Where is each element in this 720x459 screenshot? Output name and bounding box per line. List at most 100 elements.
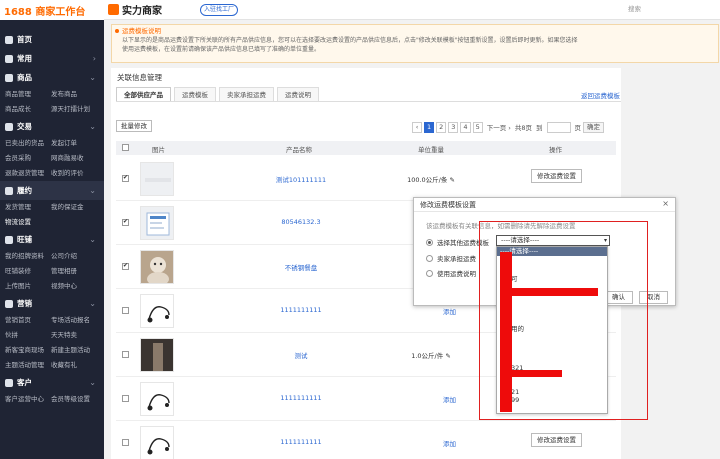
sidebar-item[interactable]: 商品成长 (5, 102, 51, 117)
row-checkbox[interactable] (122, 307, 129, 314)
goto-prefix: 到 (536, 124, 543, 132)
sidebar-item[interactable]: 网商融易收 (51, 151, 104, 166)
sidebar-item[interactable]: 新建主题活动 (51, 343, 104, 358)
sidebar-item[interactable]: 收藏有礼 (51, 358, 104, 373)
sidebar-item[interactable]: 专场活动报名 (51, 313, 104, 328)
star-icon (5, 54, 13, 63)
sidebar-item[interactable]: 管理相册 (51, 264, 104, 279)
sidebar-item[interactable]: 新客宝商现场 (5, 343, 51, 358)
edit-icon[interactable]: ✎ (449, 176, 454, 184)
product-name-link[interactable]: 80546132.3 (256, 218, 346, 226)
tab-seller-pays[interactable]: 卖家承担运费 (219, 87, 274, 102)
sidebar-item[interactable]: 视频中心 (51, 279, 104, 294)
search-input[interactable]: 搜索 (624, 3, 716, 16)
sidebar-item-logistics[interactable]: 物流设置 (0, 215, 104, 230)
row-checkbox[interactable] (122, 174, 129, 182)
edit-icon[interactable]: ✎ (445, 352, 450, 360)
row-checkbox[interactable] (122, 218, 129, 226)
row-checkbox[interactable] (122, 395, 129, 402)
column-header: 操作 (549, 146, 562, 154)
product-name-link[interactable]: 1111111111 (256, 306, 346, 314)
sidebar-item[interactable]: 发起订单 (51, 136, 104, 151)
sidebar-trade[interactable]: 交易 ⌄ (0, 117, 104, 136)
sidebar-common[interactable]: 常用 › (0, 49, 104, 68)
sidebar-shop[interactable]: 旺铺 ⌄ (0, 230, 104, 249)
goods-icon (5, 73, 13, 82)
product-name-link[interactable]: 测试 (256, 350, 346, 360)
product-name-link[interactable]: 1111111111 (256, 438, 346, 446)
table-header: 图片 产品名称 单位重量 操作 (116, 141, 616, 155)
unit-weight-value: 1.0公斤/件 (411, 352, 444, 360)
factory-tag[interactable]: 入驻找工厂 (200, 4, 239, 16)
sidebar-item[interactable]: 营销首页 (5, 313, 51, 328)
radio-button[interactable] (426, 238, 433, 246)
app-window: 1688 商家工作台 首页 常用 › 商品 ⌄ 商品管理 发布商品 商品成长 源天打… (0, 0, 720, 459)
row-checkbox[interactable] (122, 351, 129, 358)
sidebar-item[interactable]: 旺铺装修 (5, 264, 51, 279)
trade-icon (5, 122, 13, 131)
edit-freight-button[interactable]: 修改运费设置 (531, 433, 582, 447)
row-checkbox[interactable] (122, 262, 129, 270)
chevron-down-icon: ⌄ (89, 186, 96, 195)
shop-logo[interactable]: 实力商家 (108, 2, 162, 17)
sidebar-item[interactable]: 已卖出的货品 (5, 136, 51, 151)
sidebar-item[interactable]: 公司介绍 (51, 249, 104, 264)
product-name-link[interactable]: 1111111111 (256, 394, 346, 402)
select-all-checkbox[interactable] (122, 144, 129, 151)
sidebar-marketing[interactable]: 营销 ⌄ (0, 294, 104, 313)
page-button[interactable]: 4 (460, 121, 471, 133)
sidebar-home[interactable]: 首页 (0, 30, 104, 49)
row-checkbox[interactable] (122, 439, 129, 446)
back-link[interactable]: 返回运费模板 (581, 90, 620, 100)
page-button[interactable]: 3 (448, 121, 459, 133)
sidebar-item[interactable]: 发布商品 (51, 87, 104, 102)
sidebar-goods[interactable]: 商品 ⌄ (0, 68, 104, 87)
batch-edit-button[interactable]: 批量修改 (116, 120, 152, 132)
radio-button[interactable] (426, 269, 433, 277)
brand[interactable]: 1688 商家工作台 (0, 0, 104, 20)
next-page-link[interactable]: 下一页 › (487, 122, 511, 132)
add-freight-link[interactable]: 添加 (443, 438, 456, 448)
sidebar-perform-items: 发货管理 我的保证金 (0, 200, 104, 215)
option-freight-note[interactable]: 使用运费说明 (426, 268, 476, 278)
sidebar-item[interactable]: 发货管理 (5, 200, 51, 215)
prev-page-button[interactable]: ‹ (412, 121, 422, 133)
page-button[interactable]: 2 (436, 121, 447, 133)
page-confirm-button[interactable]: 确定 (583, 121, 605, 133)
product-name-link[interactable]: 测试101111111 (256, 174, 346, 184)
close-icon[interactable]: × (662, 199, 669, 208)
unit-weight: 1.0公斤/件 ✎ (386, 350, 476, 360)
sidebar-item[interactable]: 我的招牌资料 (5, 249, 51, 264)
tab-freight-note[interactable]: 运费说明 (277, 87, 319, 102)
add-freight-link[interactable]: 添加 (443, 306, 456, 316)
sidebar-customer[interactable]: 客户 ⌄ (0, 373, 104, 392)
sidebar-item[interactable]: 上传图片 (5, 279, 51, 294)
sidebar-perform[interactable]: 履约 ⌄ (0, 181, 104, 200)
sidebar-customer-items: 客户运营中心 会员等级设置 (0, 392, 104, 407)
tabs-divider (116, 101, 621, 102)
page-number-input[interactable] (546, 121, 571, 133)
sidebar-item[interactable]: 退款退货管理 (5, 166, 51, 181)
sidebar-item[interactable]: 客户运营中心 (5, 392, 51, 407)
tab-freight-template[interactable]: 运费模板 (174, 87, 216, 102)
info-icon (115, 29, 119, 33)
page-button[interactable]: 1 (424, 121, 435, 133)
sidebar-item[interactable]: 天天特卖 (51, 328, 104, 343)
sidebar-item[interactable]: 我的保证金 (51, 200, 104, 215)
option-seller-pays[interactable]: 卖家承担运费 (426, 253, 476, 263)
sidebar-item[interactable]: 源天打擂计划 (51, 102, 104, 117)
product-name-link[interactable]: 不锈钢餐盘 (256, 262, 346, 272)
sidebar-item[interactable]: 会员采购 (5, 151, 51, 166)
add-freight-link[interactable]: 添加 (443, 394, 456, 404)
edit-freight-button[interactable]: 修改运费设置 (531, 169, 582, 183)
sidebar-item[interactable]: 主题活动管理 (5, 358, 51, 373)
page-button[interactable]: 5 (472, 121, 483, 133)
sidebar-item[interactable]: 伙拼 (5, 328, 51, 343)
page-title: 关联信息管理 (117, 73, 162, 82)
tab-all-products[interactable]: 全部供应产品 (116, 87, 171, 102)
sidebar-item[interactable]: 收到的评价 (51, 166, 104, 181)
page-total: 共8页 (514, 124, 533, 132)
sidebar-item[interactable]: 商品管理 (5, 87, 51, 102)
sidebar-item[interactable]: 会员等级设置 (51, 392, 104, 407)
radio-button[interactable] (426, 254, 433, 262)
